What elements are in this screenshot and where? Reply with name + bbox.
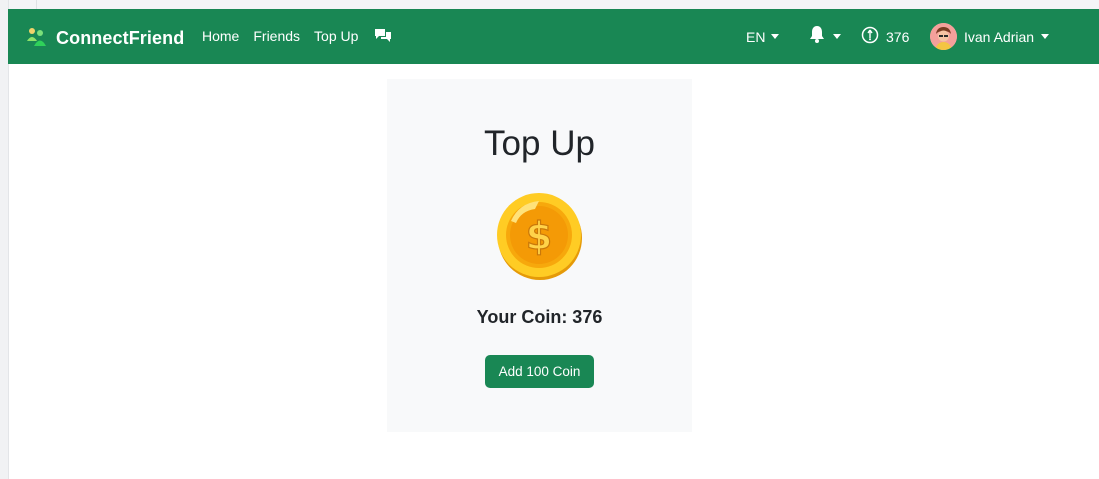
chevron-down-icon bbox=[1041, 34, 1050, 39]
user-name: Ivan Adrian bbox=[964, 28, 1035, 45]
top-navbar: ConnectFriend Home Friends Top Up EN 376… bbox=[8, 9, 1099, 64]
user-dropdown[interactable]: Ivan Adrian bbox=[930, 9, 1050, 64]
svg-text:$: $ bbox=[526, 214, 552, 258]
coin-balance: 376 bbox=[861, 9, 909, 64]
gold-coin-icon: $ bbox=[497, 193, 582, 280]
coin-outline-icon bbox=[861, 26, 879, 47]
add-coin-button[interactable]: Add 100 Coin bbox=[485, 355, 594, 388]
window-divider bbox=[36, 0, 37, 9]
page-title: Top Up bbox=[484, 124, 595, 163]
chevron-down-icon bbox=[771, 34, 780, 39]
people-logo-icon bbox=[26, 25, 48, 52]
nav-link-top-up[interactable]: Top Up bbox=[314, 28, 358, 44]
bell-icon bbox=[809, 25, 825, 48]
nav-link-home[interactable]: Home bbox=[202, 28, 239, 44]
coin-balance-text: Your Coin: 376 bbox=[476, 307, 603, 327]
coin-count: 376 bbox=[886, 28, 910, 45]
user-avatar bbox=[930, 23, 957, 50]
window-left-edge bbox=[0, 0, 9, 479]
notification-dropdown[interactable] bbox=[809, 9, 841, 64]
nav-link-friends[interactable]: Friends bbox=[253, 28, 300, 44]
chat-icon[interactable] bbox=[374, 28, 392, 44]
brand[interactable]: ConnectFriend bbox=[26, 25, 184, 52]
language-label: EN bbox=[746, 28, 766, 45]
chevron-down-icon bbox=[833, 34, 841, 39]
nav-links: Home Friends Top Up bbox=[202, 28, 392, 44]
top-up-card: Top Up $ Your Coin: 376 Add 100 Coin bbox=[387, 79, 692, 432]
language-dropdown[interactable]: EN bbox=[746, 9, 780, 64]
brand-title: ConnectFriend bbox=[56, 28, 185, 48]
